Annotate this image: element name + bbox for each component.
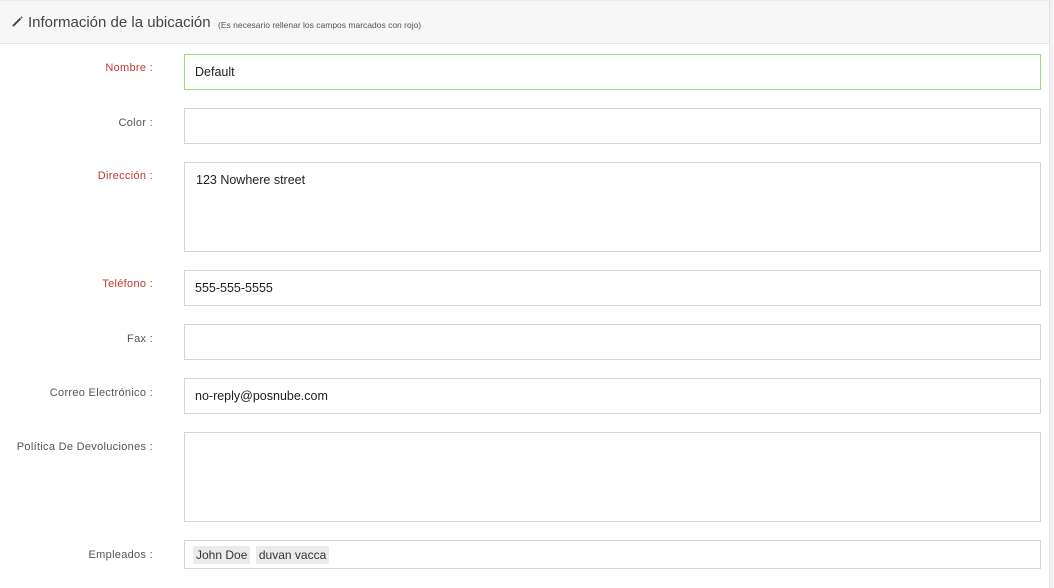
correo-value: no-reply@posnube.com [195,389,328,403]
pencil-icon [12,16,23,27]
nombre-label: Nombre : [105,62,153,74]
fax-label: Fax : [127,333,153,345]
empleados-tag-input[interactable]: John Doe duvan vacca [184,540,1041,569]
required-fields-note: (Es necesario rellenar los campos marcad… [218,20,422,30]
nombre-input[interactable]: Default [184,54,1041,90]
color-input[interactable] [184,108,1041,144]
empleados-tags: John Doe duvan vacca [193,546,331,564]
direccion-label: Dirección : [97,170,153,182]
color-label: Color : [118,117,153,129]
nombre-value: Default [195,65,235,79]
telefono-value: 555-555-5555 [195,281,273,295]
scrollbar-track[interactable] [1050,0,1054,588]
location-info-panel: Información de la ubicación (Es necesari… [0,0,1050,588]
panel-title: Información de la ubicación [28,14,211,31]
correo-label: Correo Electrónico : [49,387,153,399]
direccion-textarea[interactable]: 123 Nowhere street [184,162,1041,252]
politica-textarea[interactable] [184,432,1041,522]
fax-input[interactable] [184,324,1041,360]
direccion-value: 123 Nowhere street [196,173,306,187]
telefono-label: Teléfono : [102,278,153,290]
correo-input[interactable]: no-reply@posnube.com [184,378,1041,414]
employee-tag[interactable]: duvan vacca [255,546,330,564]
panel-header: Información de la ubicación (Es necesari… [0,0,1049,44]
empleados-label: Empleados : [88,549,153,561]
employee-tag[interactable]: John Doe [193,546,251,564]
telefono-input[interactable]: 555-555-5555 [184,270,1041,306]
politica-label: Política De Devoluciones : [16,441,153,453]
